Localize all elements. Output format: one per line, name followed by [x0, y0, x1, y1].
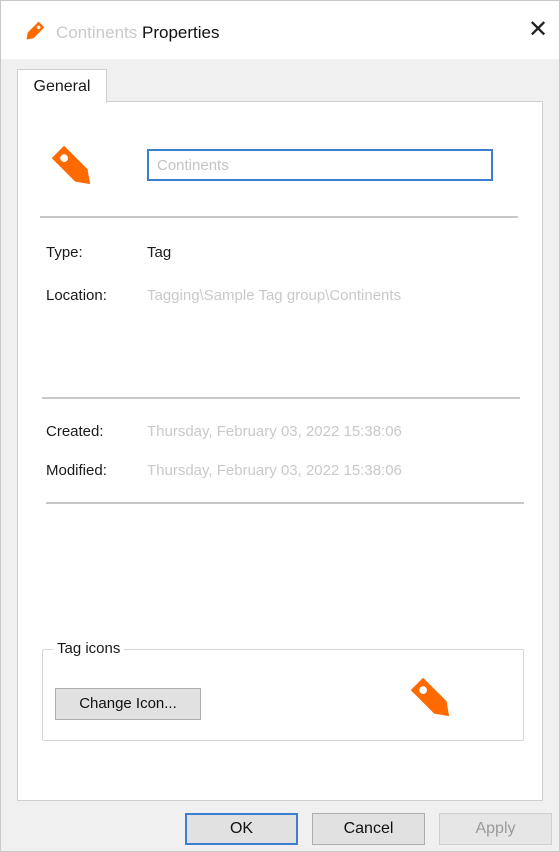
- modified-value: Thursday, February 03, 2022 15:38:06: [147, 462, 402, 479]
- separator: [40, 216, 518, 218]
- tag-icon: [410, 677, 450, 717]
- location-value: Tagging\Sample Tag group\Continents: [147, 287, 402, 304]
- location-label: Location:: [46, 287, 107, 304]
- separator: [46, 502, 524, 504]
- tag-icons-group: Tag icons Change Icon...: [42, 640, 524, 741]
- window-title: Continents Properties: [56, 23, 220, 43]
- tag-icons-legend: Tag icons: [53, 640, 125, 657]
- cancel-button[interactable]: Cancel: [312, 813, 425, 845]
- apply-button[interactable]: Apply: [439, 813, 552, 845]
- general-panel: Type: Tag Location: Tagging\Sample Tag g…: [17, 101, 543, 801]
- modified-label: Modified:: [46, 462, 107, 479]
- type-value: Tag: [147, 244, 172, 261]
- type-label: Type:: [46, 244, 83, 261]
- tag-icon: [51, 145, 91, 185]
- close-icon[interactable]: ✕: [523, 15, 553, 45]
- change-icon-button[interactable]: Change Icon...: [55, 688, 201, 720]
- window-title-suffix: Properties: [142, 23, 220, 42]
- created-label: Created:: [46, 423, 104, 440]
- tag-icon: [26, 21, 45, 40]
- tab-general[interactable]: General: [17, 69, 107, 103]
- tag-name-input[interactable]: [147, 149, 493, 181]
- created-value: Thursday, February 03, 2022 15:38:06: [147, 423, 402, 440]
- title-bar[interactable]: Continents Properties ✕: [1, 1, 559, 59]
- ok-button[interactable]: OK: [185, 813, 298, 845]
- separator: [42, 397, 520, 399]
- properties-dialog: Continents Properties ✕ General Type: Ta…: [0, 0, 560, 852]
- window-title-name: Continents: [56, 23, 138, 42]
